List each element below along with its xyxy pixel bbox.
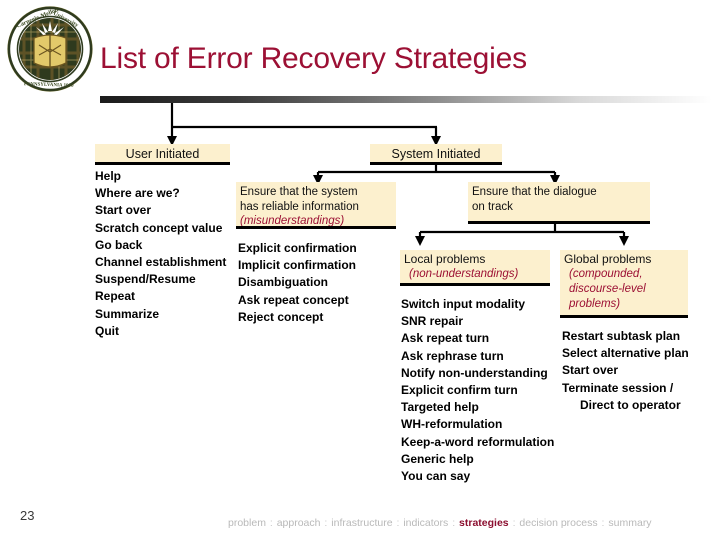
list-item: Scratch concept value [95, 220, 223, 235]
list-item: Start over [562, 363, 619, 378]
breadcrumb-separator: : [396, 517, 400, 529]
list-item: Targeted help [401, 400, 479, 415]
list-misunderstanding-strategies: Explicit confirmation Implicit confirmat… [238, 240, 357, 326]
list-item: Switch input modality [401, 297, 526, 311]
carnegie-mellon-seal-icon: Carnegie-Mellon University PENNSYLVANIA … [6, 5, 94, 93]
node-user-initiated-header[interactable]: User Initiated [95, 144, 230, 165]
list-item: Help [95, 169, 122, 183]
underline [560, 315, 688, 318]
node-ensure-reliable-information[interactable]: Ensure that the system has reliable info… [236, 182, 396, 229]
list-item: Keep-a-word reformulation [401, 434, 555, 449]
list-item: Go back [95, 237, 143, 252]
list-item: Select alternative plan [562, 346, 689, 361]
list-item: Explicit confirm turn [401, 383, 518, 398]
list-item: Ask repeat concept [238, 292, 349, 307]
list-item: WH-reformulation [401, 417, 503, 432]
slide-title: List of Error Recovery Strategies [100, 42, 527, 75]
node-global-problems[interactable]: Global problems (compounded, discourse-l… [560, 250, 688, 318]
underline [236, 226, 396, 229]
list-item: Implicit confirmation [238, 258, 357, 273]
list-item: Explicit confirmation [238, 241, 357, 255]
node-system-initiated-label: System Initiated [391, 147, 481, 161]
breadcrumb-item-decision-process[interactable]: decision process [519, 517, 597, 529]
global-problems-paren-line-2: discourse-level [569, 283, 646, 295]
global-problems-paren-line-1: (compounded, [569, 268, 643, 280]
list-item: Ask repeat turn [401, 331, 490, 346]
slide-canvas: Carnegie-Mellon University PENNSYLVANIA … [0, 0, 720, 540]
breadcrumb-item-problem[interactable]: problem [228, 517, 266, 529]
list-item: Reject concept [238, 309, 324, 324]
breadcrumb-separator: : [601, 517, 605, 529]
list-item: Suspend/Resume [95, 272, 196, 287]
breadcrumb-separator: : [512, 517, 516, 529]
underline [468, 221, 650, 224]
list-item: Quit [95, 323, 119, 338]
goal-line-2: has reliable information [240, 200, 359, 213]
list-item: Repeat [95, 289, 136, 304]
global-problems-title: Global problems [564, 252, 652, 266]
breadcrumb-separator: : [269, 517, 273, 529]
list-item: Ask rephrase turn [401, 348, 504, 363]
local-problems-title: Local problems [404, 252, 486, 266]
footer-breadcrumb: problem : approach : infrastructure : in… [228, 517, 652, 529]
list-item: Generic help [401, 451, 474, 466]
underline [95, 162, 230, 165]
page-number: 23 [20, 508, 35, 523]
list-item: Direct to operator [580, 397, 681, 412]
list-local-problem-strategies: Switch input modality SNR repair Ask rep… [401, 296, 554, 485]
list-item: Restart subtask plan [562, 329, 681, 343]
list-item: You can say [401, 469, 471, 484]
breadcrumb-item-strategies[interactable]: strategies [459, 517, 509, 529]
underline [370, 162, 502, 165]
breadcrumb-item-summary[interactable]: summary [608, 517, 651, 529]
title-divider-bar [100, 96, 712, 103]
breadcrumb-item-infrastructure[interactable]: infrastructure [331, 517, 392, 529]
list-item: Notify non-understanding [401, 365, 548, 380]
local-problems-paren: (non-understandings) [409, 268, 519, 280]
list-item: Start over [95, 203, 152, 218]
list-item: Disambiguation [238, 275, 329, 290]
breadcrumb-separator: : [452, 517, 456, 529]
node-system-initiated-header[interactable]: System Initiated [370, 144, 502, 165]
node-ensure-dialogue-on-track[interactable]: Ensure that the dialogue on track [468, 182, 650, 224]
list-item: Where are we? [95, 186, 180, 201]
list-item: Terminate session / [562, 380, 674, 395]
list-item: SNR repair [401, 314, 464, 329]
breadcrumb-item-indicators[interactable]: indicators [403, 517, 448, 529]
list-user-initiated-strategies: Help Where are we? Start over Scratch co… [95, 168, 226, 340]
svg-text:PENNSYLVANIA 1900: PENNSYLVANIA 1900 [24, 82, 74, 89]
underline [400, 283, 550, 286]
breadcrumb-separator: : [324, 517, 328, 529]
goal-line-1: Ensure that the dialogue [472, 186, 597, 198]
goal-line-2: on track [472, 200, 513, 213]
node-local-problems[interactable]: Local problems (non-understandings) [400, 250, 550, 286]
global-problems-paren-line-3: problems) [569, 298, 621, 310]
breadcrumb-item-approach[interactable]: approach [277, 517, 321, 529]
list-global-problem-strategies: Restart subtask plan Select alternative … [562, 328, 689, 414]
list-item: Channel establishment [95, 255, 227, 270]
list-item: Summarize [95, 306, 160, 321]
goal-line-1: Ensure that the system [240, 186, 358, 198]
node-user-initiated-label: User Initiated [125, 147, 200, 161]
